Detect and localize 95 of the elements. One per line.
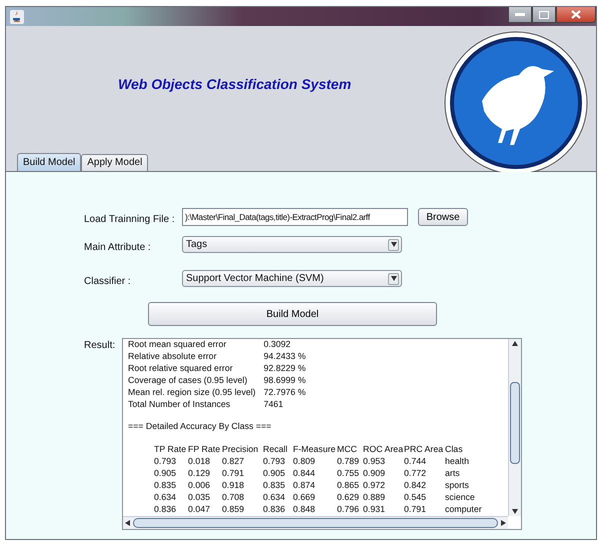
field-label: Load Trainning File : bbox=[84, 213, 175, 227]
scroll-down-icon[interactable] bbox=[512, 509, 518, 514]
column-header: PRC Area bbox=[404, 444, 444, 456]
table-cell-text: 0.791 bbox=[222, 468, 246, 480]
table-cell: computer bbox=[445, 504, 482, 516]
classifier-dropdown[interactable]: Support Vector Machine (SVM) bbox=[182, 270, 402, 287]
table-cell-text: 0.859 bbox=[222, 504, 246, 516]
table-cell-text: 0.905 bbox=[154, 468, 178, 480]
table-cell-text: 0.545 bbox=[404, 492, 428, 504]
table-cell-text: 0.047 bbox=[188, 504, 212, 516]
metric-value: 7461 bbox=[264, 398, 284, 410]
table-cell-text: 0.796 bbox=[337, 504, 360, 516]
table-cell-text: 0.129 bbox=[188, 468, 212, 480]
table-cell-text: 0.889 bbox=[363, 492, 386, 504]
table-cell-text: science bbox=[445, 492, 476, 504]
table-cell-text: sports bbox=[445, 480, 470, 492]
scrollbar-thumb[interactable] bbox=[133, 518, 498, 528]
table-cell-text: 0.035 bbox=[188, 492, 212, 504]
browse-button[interactable]: Browse bbox=[418, 208, 468, 226]
table-cell-text: 0.634 bbox=[154, 492, 178, 504]
metric-name: Coverage of cases (0.95 level) bbox=[128, 374, 248, 387]
metric-name: Relative absolute error bbox=[128, 350, 218, 363]
table-cell-text: 0.793 bbox=[154, 456, 178, 468]
attribute-dropdown[interactable]: Tags bbox=[182, 236, 402, 253]
table-cell-text: arts bbox=[445, 468, 461, 480]
metric-name: Root mean squared error bbox=[128, 339, 228, 351]
metric-value: 0.3092 bbox=[264, 339, 292, 351]
maximize-icon bbox=[539, 10, 549, 18]
java-app-icon bbox=[10, 10, 24, 24]
scroll-up-icon[interactable] bbox=[512, 341, 518, 346]
table-cell-text: 0.844 bbox=[293, 468, 316, 480]
app-title: Web Objects Classification System bbox=[118, 76, 352, 92]
table-cell-text: 0.953 bbox=[363, 456, 386, 468]
table-cell-text: 0.842 bbox=[404, 480, 428, 492]
table-cell-text: 0.865 bbox=[337, 480, 360, 492]
section-heading: === Detailed Accuracy By Class === bbox=[128, 421, 272, 434]
metric-name: Root relative squared error bbox=[128, 362, 234, 375]
table-cell-text: 0.791 bbox=[404, 504, 428, 516]
column-header: Clas bbox=[445, 444, 464, 456]
maximize-button[interactable] bbox=[532, 7, 556, 23]
tab[interactable]: Apply Model bbox=[81, 154, 148, 171]
table-cell-text: 0.835 bbox=[263, 480, 286, 492]
column-header: TP Rate bbox=[154, 444, 188, 456]
table-cell-text: 0.836 bbox=[263, 504, 286, 516]
table-cell-text: 0.744 bbox=[404, 456, 428, 468]
table-cell-text: 0.708 bbox=[222, 492, 246, 504]
table-cell-text: 0.006 bbox=[188, 480, 212, 492]
table-cell-text: 0.836 bbox=[154, 504, 178, 516]
tab[interactable]: Build Model bbox=[17, 153, 82, 171]
table-cell-text: 0.793 bbox=[263, 456, 286, 468]
minimize-icon bbox=[515, 12, 525, 16]
table-cell-text: 0.827 bbox=[222, 456, 246, 468]
table-cell-text: 0.835 bbox=[154, 480, 178, 492]
file-path-field[interactable]: ):\Master\Final_Data(tags,title)-ExtractProg\Final2.arff bbox=[182, 208, 408, 226]
column-header: MCC bbox=[337, 444, 358, 456]
table-cell-text: 0.789 bbox=[337, 456, 360, 468]
table-cell-text: health bbox=[445, 456, 470, 468]
scrollbar-thumb[interactable] bbox=[510, 382, 520, 464]
column-header: FP Rate bbox=[188, 444, 222, 456]
table-cell-text: 0.972 bbox=[363, 480, 386, 492]
close-icon bbox=[571, 10, 581, 19]
metric-value: 72.7976 % bbox=[264, 386, 306, 399]
table-cell-text: 0.772 bbox=[404, 468, 428, 480]
table-cell-text: 0.931 bbox=[363, 504, 386, 516]
vertical-scrollbar[interactable] bbox=[508, 339, 521, 516]
result-label: Result: bbox=[84, 339, 116, 353]
metric-value: 98.6999 % bbox=[264, 374, 306, 387]
scroll-right-icon[interactable] bbox=[501, 520, 506, 526]
table-cell-text: 0.905 bbox=[263, 468, 286, 480]
horizontal-scrollbar[interactable] bbox=[123, 516, 508, 529]
minimize-button[interactable] bbox=[508, 7, 532, 23]
column-header: Recall bbox=[263, 444, 288, 456]
field-label: Main Attribute : bbox=[84, 241, 151, 255]
bird-logo-icon bbox=[444, 31, 588, 175]
table-cell-text: 0.918 bbox=[222, 480, 246, 492]
table-cell-text: 0.755 bbox=[337, 468, 360, 480]
metric-name: Total Number of Instances bbox=[128, 398, 232, 410]
table-cell-text: 0.669 bbox=[293, 492, 316, 504]
scroll-left-icon[interactable] bbox=[125, 520, 130, 526]
table-cell-text: 0.848 bbox=[293, 504, 316, 516]
table-cell-text: 0.634 bbox=[263, 492, 286, 504]
metric-value: 94.2433 % bbox=[264, 350, 306, 363]
table-cell-text: 0.874 bbox=[293, 480, 316, 492]
column-header: F-Measure bbox=[293, 444, 337, 456]
column-header: Precision bbox=[222, 444, 260, 456]
close-button[interactable] bbox=[556, 7, 596, 23]
table-cell-text: 0.018 bbox=[188, 456, 212, 468]
table-cell-text: 0.809 bbox=[293, 456, 316, 468]
table-cell-text: 0.909 bbox=[363, 468, 386, 480]
metric-name: Mean rel. region size (0.95 level) bbox=[128, 386, 256, 399]
table-cell-text: 0.629 bbox=[337, 492, 360, 504]
build-model-button[interactable]: Build Model bbox=[148, 302, 437, 326]
metric-value: 92.8229 % bbox=[264, 362, 306, 375]
field-label: Classifier : bbox=[84, 275, 131, 289]
column-header: ROC Area bbox=[363, 444, 404, 456]
